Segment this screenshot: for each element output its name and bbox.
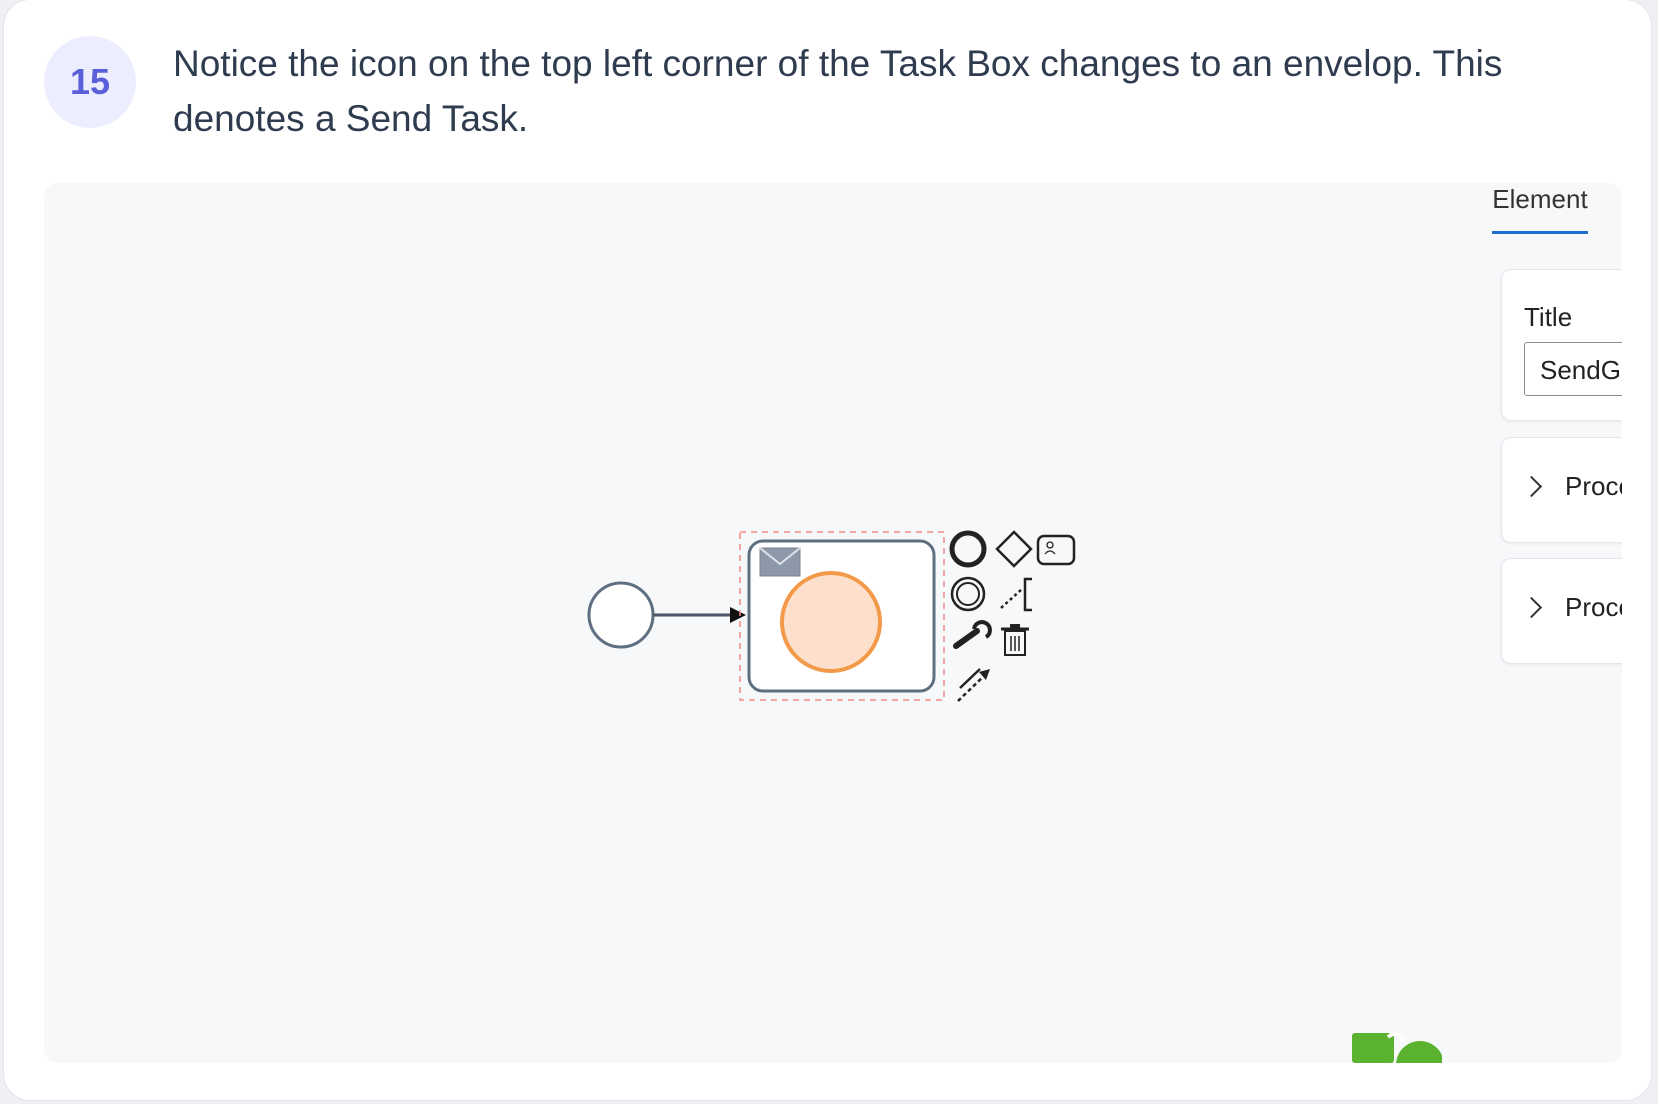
section-label: Proce — [1565, 592, 1622, 622]
start-event[interactable] — [587, 581, 655, 649]
active-tab-indicator — [1492, 231, 1588, 234]
envelope-icon — [759, 547, 801, 577]
context-pad — [949, 530, 1076, 702]
wrench-icon[interactable] — [953, 620, 992, 649]
chevron-right-icon — [1520, 596, 1543, 619]
title-field-group: Title SendGr — [1501, 269, 1622, 421]
step-number-badge: 15 — [44, 36, 136, 128]
step-instruction: Notice the icon on the top left corner o… — [173, 43, 1503, 139]
bpmn-canvas[interactable] — [44, 183, 1622, 1063]
delete-icon[interactable] — [1001, 624, 1029, 656]
chevron-right-icon — [1520, 475, 1543, 498]
step-card: 15 Notice the icon on the top left corne… — [4, 0, 1651, 1100]
title-input[interactable]: SendGr — [1524, 342, 1622, 396]
gateway-icon[interactable] — [995, 530, 1033, 568]
section-label: Proce — [1565, 471, 1622, 501]
intermediate-event-icon[interactable] — [950, 576, 986, 612]
text-annotation-icon[interactable] — [1000, 577, 1032, 612]
brand-logo — [1352, 1031, 1442, 1063]
end-event-icon[interactable] — [949, 530, 987, 568]
token-indicator — [780, 571, 882, 673]
task-icon[interactable] — [1036, 534, 1076, 566]
title-label: Title — [1524, 302, 1573, 332]
connect-icon[interactable] — [957, 668, 990, 702]
flow-arrowhead — [730, 607, 746, 623]
properties-section-2[interactable]: Proce — [1501, 558, 1622, 664]
tab-element[interactable]: Element — [1492, 183, 1588, 233]
properties-section-1[interactable]: Proce — [1501, 437, 1622, 543]
modeler-screenshot: Element Title SendGr Proce Proce — [44, 183, 1622, 1063]
